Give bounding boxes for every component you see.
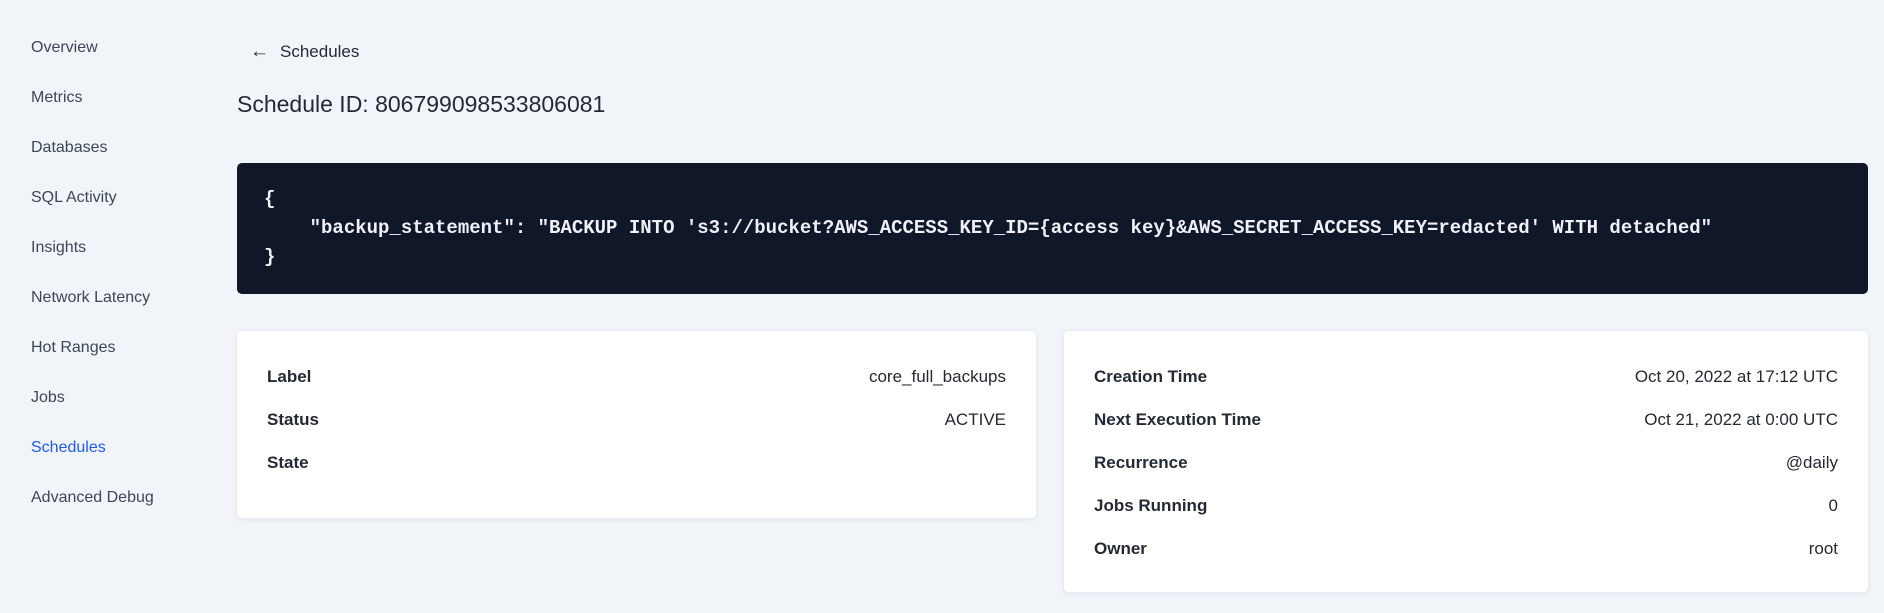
- sidebar-item-insights[interactable]: Insights: [31, 238, 236, 288]
- detail-row-value: core_full_backups: [868, 366, 1006, 386]
- sidebar-item-overview[interactable]: Overview: [31, 38, 236, 88]
- detail-row-jobs-running: Jobs Running 0: [1094, 484, 1838, 527]
- detail-row-label: Next Execution Time: [1094, 409, 1261, 429]
- detail-row-label: Status: [267, 409, 319, 429]
- sidebar: Overview Metrics Databases SQL Activity Insi…: [0, 0, 236, 613]
- sidebar-item-hot-ranges[interactable]: Hot Ranges: [31, 338, 236, 388]
- detail-row-state: State: [267, 441, 1006, 484]
- detail-row-value: Oct 21, 2022 at 0:00 UTC: [1644, 409, 1838, 429]
- detail-row-status: Status ACTIVE: [267, 398, 1006, 441]
- back-arrow-icon: ←: [250, 41, 269, 62]
- detail-row-label: Jobs Running: [1094, 495, 1208, 515]
- detail-row-label: Owner: [1094, 538, 1147, 558]
- sidebar-item-jobs[interactable]: Jobs: [31, 388, 236, 438]
- detail-row-creation-time: Creation Time Oct 20, 2022 at 17:12 UTC: [1094, 355, 1838, 398]
- schedule-details-page: { "sidebar": { "items": [ { "label": "Ov…: [0, 0, 1884, 613]
- detail-row-label: Label: [267, 366, 312, 386]
- details-card-rows: Label core_full_backups Status ACTIVE State: [267, 355, 1006, 484]
- detail-row-value: @daily: [1785, 452, 1838, 472]
- detail-row-label: Label core_full_backups: [267, 355, 1006, 398]
- schedule-json-text: { "backup_statement": "BACKUP INTO 's3:/…: [264, 188, 1713, 268]
- schedule-details-card: Label core_full_backups Status ACTIVE State: [236, 330, 1037, 519]
- detail-row-value: root: [1808, 538, 1838, 558]
- detail-row-label: State: [267, 452, 309, 472]
- detail-row-owner: Owner root: [1094, 527, 1838, 570]
- schedule-definition-code-block: { "backup_statement": "BACKUP INTO 's3:/…: [237, 163, 1868, 294]
- schedule-timing-card: Creation Time Oct 20, 2022 at 17:12 UTC Ne…: [1063, 330, 1869, 593]
- detail-row-value: 0: [1828, 495, 1838, 515]
- sidebar-nav-list: Overview Metrics Databases SQL Activity Insi…: [0, 0, 236, 538]
- sidebar-item-schedules[interactable]: Schedules: [31, 438, 236, 488]
- sidebar-item-network-latency[interactable]: Network Latency: [31, 288, 236, 338]
- back-to-schedules-link[interactable]: ← Schedules: [250, 41, 359, 63]
- detail-row-recurrence: Recurrence @daily: [1094, 441, 1838, 484]
- timing-card-rows: Creation Time Oct 20, 2022 at 17:12 UTC Ne…: [1094, 355, 1838, 570]
- detail-row-next-execution-time: Next Execution Time Oct 21, 2022 at 0:00 …: [1094, 398, 1838, 441]
- back-link-label: Schedules: [280, 42, 360, 61]
- sidebar-item-advanced-debug[interactable]: Advanced Debug: [31, 488, 236, 538]
- sidebar-item-metrics[interactable]: Metrics: [31, 88, 236, 138]
- detail-row-value: Oct 20, 2022 at 17:12 UTC: [1634, 366, 1838, 386]
- detail-row-value: ACTIVE: [944, 409, 1006, 429]
- detail-row-label: Recurrence: [1094, 452, 1188, 472]
- page-title: Schedule ID: 806799098533806081: [237, 91, 606, 117]
- sidebar-item-sql-activity[interactable]: SQL Activity: [31, 188, 236, 238]
- sidebar-item-databases[interactable]: Databases: [31, 138, 236, 188]
- detail-row-label: Creation Time: [1094, 366, 1208, 386]
